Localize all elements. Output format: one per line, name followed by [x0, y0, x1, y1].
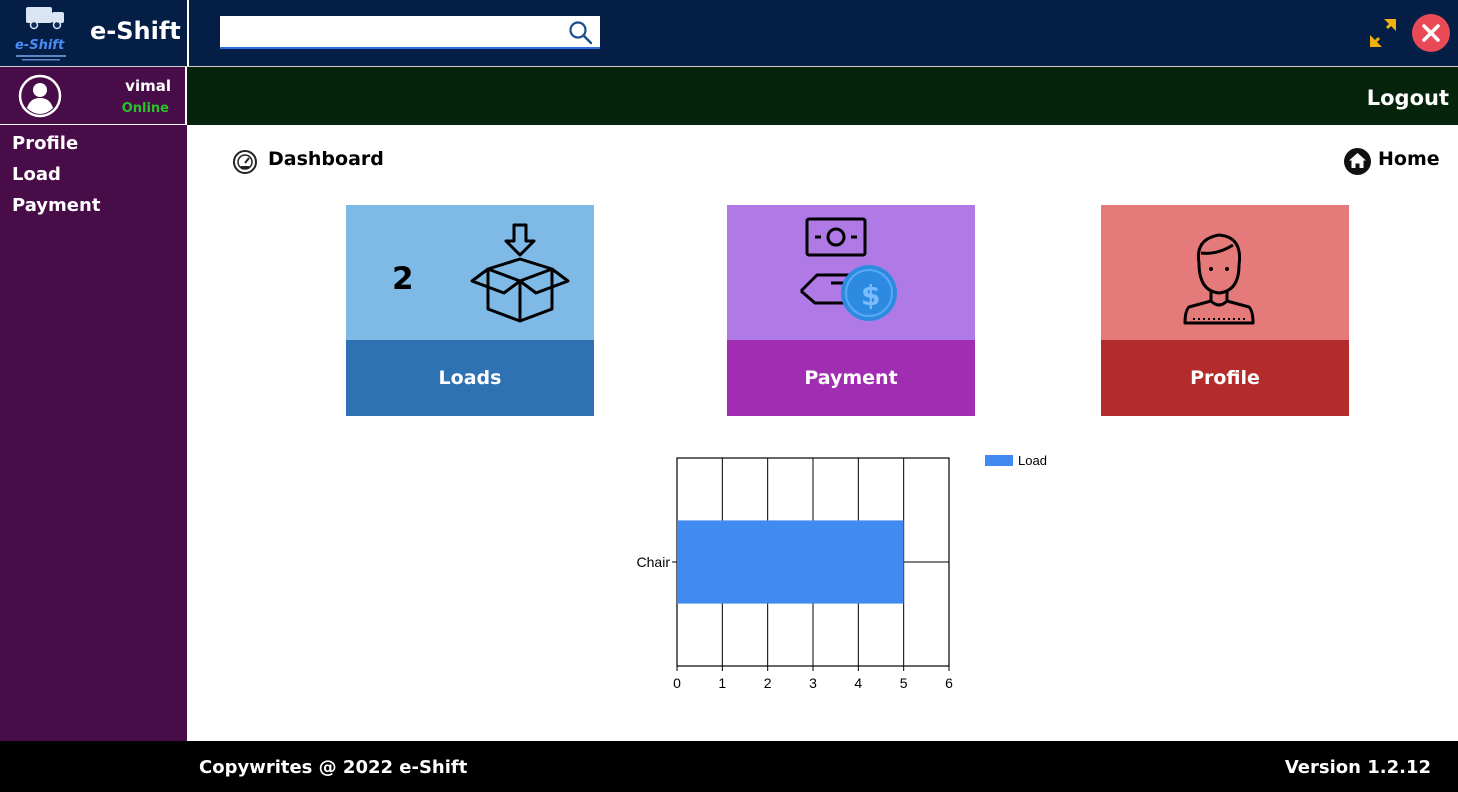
- user-card: vimal Online: [0, 67, 187, 125]
- search-icon[interactable]: [568, 20, 594, 46]
- chart-x-tick-label: 2: [764, 675, 772, 691]
- chart-x-tick-label: 5: [900, 675, 908, 691]
- user-bar: vimal Online Logout: [0, 66, 1458, 125]
- search-box[interactable]: [220, 16, 600, 49]
- logout-button[interactable]: Logout: [1367, 86, 1449, 110]
- chart-x-tick-label: 3: [809, 675, 817, 691]
- dashboard-icon: [233, 150, 257, 174]
- payment-hand-icon: $: [797, 215, 901, 331]
- load-chart: 0 1 2 3 4 5 6 Chair Load: [637, 453, 1047, 691]
- sidebar-item-load[interactable]: Load: [12, 164, 61, 185]
- chart-x-tick-label: 4: [854, 675, 862, 691]
- logo-area: e-Shift e-Shift: [0, 0, 187, 66]
- person-icon: [1183, 233, 1255, 325]
- avatar-icon: [18, 74, 62, 118]
- page-title: Dashboard: [268, 148, 384, 170]
- footer: Copywrites @ 2022 e-Shift Version 1.2.12: [0, 741, 1458, 792]
- box-download-icon: [470, 223, 570, 323]
- minimize-icon[interactable]: [1366, 17, 1400, 49]
- home-link[interactable]: Home: [1378, 148, 1440, 170]
- version-text: Version 1.2.12: [1284, 757, 1431, 778]
- chart-x-tick-label: 6: [945, 675, 953, 691]
- profile-card-label: Profile: [1101, 340, 1349, 416]
- chart-x-tick-label: 0: [673, 675, 681, 691]
- user-status: Online: [121, 101, 169, 116]
- logo-wordmark: e-Shift: [15, 38, 65, 53]
- copyright-text: Copywrites @ 2022 e-Shift: [199, 757, 468, 778]
- payment-card[interactable]: $ Payment: [727, 205, 975, 416]
- home-icon[interactable]: [1343, 147, 1372, 176]
- close-button[interactable]: [1412, 14, 1450, 52]
- loads-card[interactable]: 2 Loads: [346, 205, 594, 416]
- top-bar: e-Shift e-Shift: [0, 0, 1458, 66]
- chart-legend-swatch: [985, 455, 1013, 466]
- payment-card-label: Payment: [727, 340, 975, 416]
- chart-bar: [677, 520, 904, 604]
- user-name: vimal: [125, 77, 171, 95]
- sidebar-item-profile[interactable]: Profile: [12, 133, 78, 154]
- chart-legend-label: Load: [1018, 453, 1047, 468]
- close-icon[interactable]: [1412, 14, 1450, 52]
- sidebar-item-payment[interactable]: Payment: [12, 195, 100, 216]
- truck-logo-icon: e-Shift: [15, 7, 66, 61]
- profile-card-top: [1101, 205, 1349, 340]
- divider: [187, 0, 189, 66]
- loads-card-top: 2: [346, 205, 594, 340]
- app-title: e-Shift: [90, 17, 181, 45]
- loads-card-label: Loads: [346, 340, 594, 416]
- svg-text:$: $: [861, 279, 880, 312]
- chart-x-tick-label: 1: [718, 675, 726, 691]
- profile-card[interactable]: Profile: [1101, 205, 1349, 416]
- payment-card-top: $: [727, 205, 975, 340]
- chart-category-label: Chair: [637, 554, 671, 570]
- sidebar: Profile Load Payment: [0, 125, 187, 741]
- loads-count: 2: [392, 261, 414, 297]
